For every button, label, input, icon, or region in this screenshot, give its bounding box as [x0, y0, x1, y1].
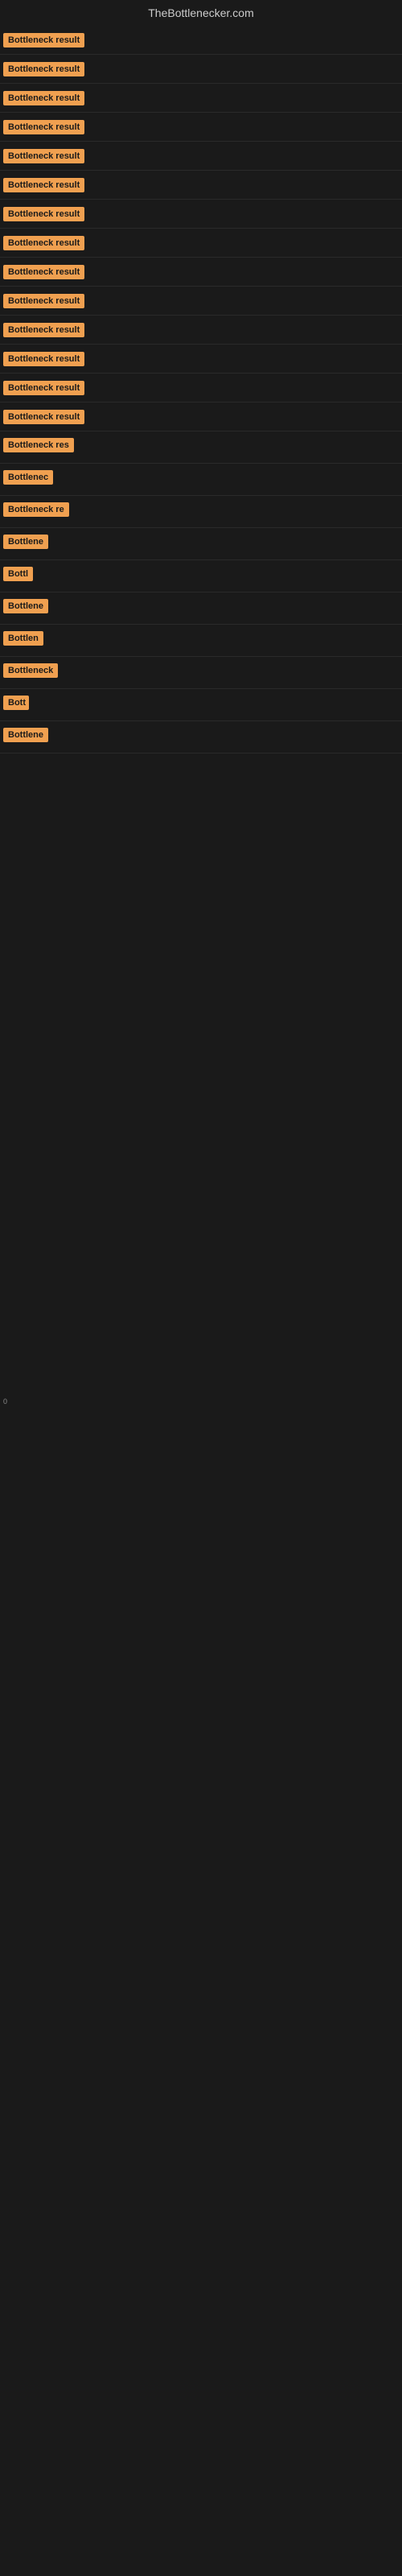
bottleneck-badge-12[interactable]: Bottleneck result [3, 352, 84, 366]
bottleneck-item-12: Bottleneck result [0, 345, 402, 374]
bottleneck-item-6: Bottleneck result [0, 171, 402, 200]
bottleneck-item-14: Bottleneck result [0, 402, 402, 431]
bottleneck-item-21: Bottlen [0, 625, 402, 657]
bottleneck-item-3: Bottleneck result [0, 84, 402, 113]
bottleneck-item-19: Bottl [0, 560, 402, 592]
bottleneck-badge-15[interactable]: Bottleneck res [3, 438, 74, 452]
bottleneck-item-9: Bottleneck result [0, 258, 402, 287]
bottleneck-badge-11[interactable]: Bottleneck result [3, 323, 84, 337]
bottleneck-badge-20[interactable]: Bottlene [3, 599, 48, 613]
footer-label: 0 [3, 1397, 402, 1406]
bottleneck-badge-19[interactable]: Bottl [3, 567, 33, 581]
bottleneck-badge-10[interactable]: Bottleneck result [3, 294, 84, 308]
bottleneck-badge-17[interactable]: Bottleneck re [3, 502, 69, 517]
bottleneck-badge-3[interactable]: Bottleneck result [3, 91, 84, 105]
bottleneck-badge-18[interactable]: Bottlene [3, 535, 48, 549]
bottleneck-badge-22[interactable]: Bottleneck [3, 663, 58, 678]
page-wrapper: TheBottlenecker.com Bottleneck resultBot… [0, 0, 402, 1406]
bottleneck-badge-16[interactable]: Bottlenec [3, 470, 53, 485]
bottleneck-item-8: Bottleneck result [0, 229, 402, 258]
bottleneck-item-10: Bottleneck result [0, 287, 402, 316]
bottleneck-badge-9[interactable]: Bottleneck result [3, 265, 84, 279]
bottleneck-badge-5[interactable]: Bottleneck result [3, 149, 84, 163]
bottleneck-badge-14[interactable]: Bottleneck result [3, 410, 84, 424]
bottleneck-badge-2[interactable]: Bottleneck result [3, 62, 84, 76]
bottleneck-badge-6[interactable]: Bottleneck result [3, 178, 84, 192]
bottleneck-item-11: Bottleneck result [0, 316, 402, 345]
site-header: TheBottlenecker.com [0, 0, 402, 23]
bottleneck-item-24: Bottlene [0, 721, 402, 753]
bottleneck-badge-8[interactable]: Bottleneck result [3, 236, 84, 250]
footer-area: 0 [0, 1397, 402, 1406]
bottleneck-item-15: Bottleneck res [0, 431, 402, 464]
bottleneck-item-18: Bottlene [0, 528, 402, 560]
bottleneck-item-17: Bottleneck re [0, 496, 402, 528]
bottleneck-badge-21[interactable]: Bottlen [3, 631, 43, 646]
bottleneck-item-23: Bott [0, 689, 402, 721]
bottleneck-item-1: Bottleneck result [0, 26, 402, 55]
bottleneck-item-16: Bottlenec [0, 464, 402, 496]
bottleneck-badge-1[interactable]: Bottleneck result [3, 33, 84, 47]
bottleneck-item-4: Bottleneck result [0, 113, 402, 142]
bottleneck-badge-4[interactable]: Bottleneck result [3, 120, 84, 134]
bottleneck-item-13: Bottleneck result [0, 374, 402, 402]
bottleneck-badge-23[interactable]: Bott [3, 696, 29, 710]
bottleneck-badge-24[interactable]: Bottlene [3, 728, 48, 742]
bottleneck-item-5: Bottleneck result [0, 142, 402, 171]
bottleneck-item-22: Bottleneck [0, 657, 402, 689]
site-title: TheBottlenecker.com [0, 0, 402, 23]
bottleneck-item-2: Bottleneck result [0, 55, 402, 84]
bottleneck-item-20: Bottlene [0, 592, 402, 625]
bottleneck-badge-13[interactable]: Bottleneck result [3, 381, 84, 395]
items-container: Bottleneck result Bottleneck result Bottle… [0, 23, 402, 753]
bottleneck-item-7: Bottleneck result [0, 200, 402, 229]
bottleneck-badge-7[interactable]: Bottleneck result [3, 207, 84, 221]
